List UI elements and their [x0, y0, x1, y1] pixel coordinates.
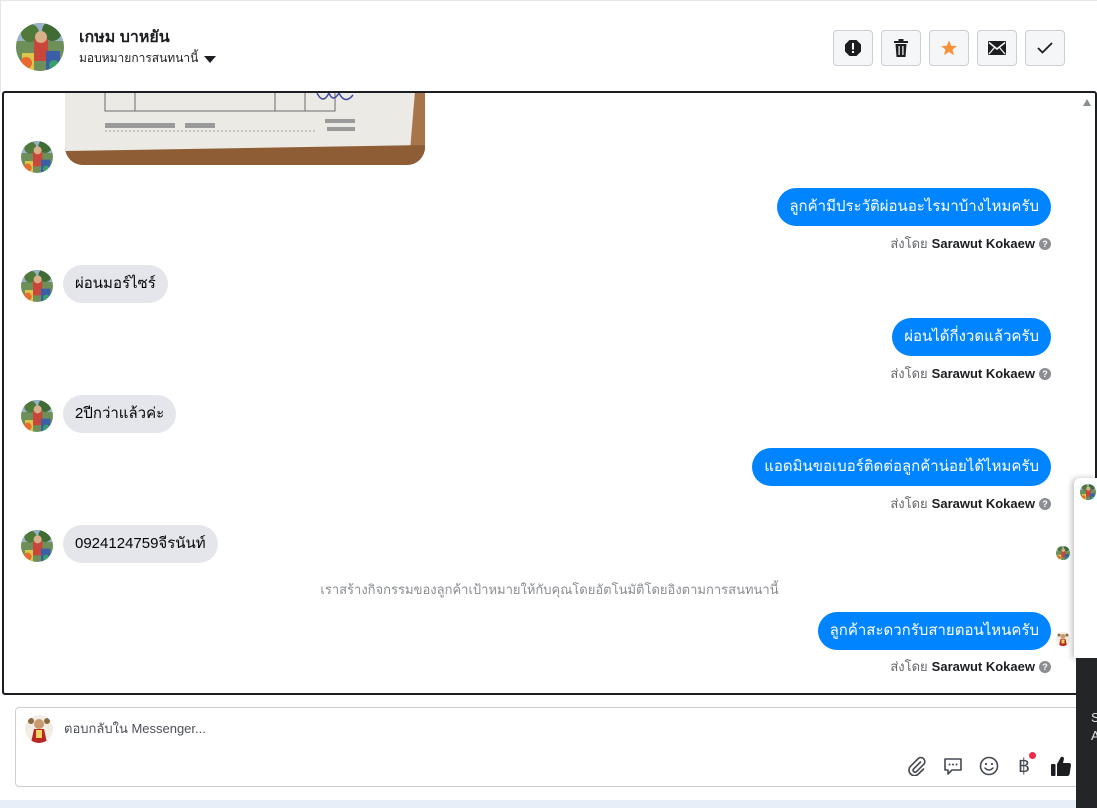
conversation-header: เกษม บาหยัน มอบหมายการสนทนานี้: [0, 0, 1097, 92]
messenger-inbox-page: เกษม บาหยัน มอบหมายการสนทนานี้ ลูกค้ามีป…: [0, 0, 1097, 808]
message-thread[interactable]: ลูกค้ามีประวัติผ่อนอะไรมาบ้างไหมครับ ส่ง…: [2, 91, 1097, 695]
help-icon[interactable]: ?: [1039, 660, 1051, 673]
incoming-message[interactable]: 2ปีกว่าแล้วค่ะ: [63, 395, 177, 433]
panel-text-2: A: [1091, 728, 1097, 743]
outgoing-message[interactable]: แอดมินขอเบอร์ติดต่อลูกค้าน่อยได้ไหมครับ: [752, 448, 1051, 486]
sent-by-prefix: ส่งโดย: [890, 366, 928, 381]
thumbs-up-icon: [1051, 756, 1072, 777]
bottom-bar: [0, 800, 1076, 808]
outgoing-message[interactable]: ลูกค้าสะดวกรับสายตอนไหนครับ: [817, 612, 1051, 650]
seen-indicator-avatar: [1056, 546, 1070, 560]
scroll-up-arrow[interactable]: [1083, 99, 1091, 106]
system-note: เราสร้างกิจกรรมของลูกค้าเป้าหมายให้กับคุ…: [320, 582, 779, 597]
help-icon[interactable]: ?: [1039, 497, 1051, 510]
reply-input[interactable]: [64, 721, 964, 736]
mark-spam-button[interactable]: [833, 30, 873, 66]
sent-by-label: ส่งโดย Sarawut Kokaew ?: [890, 233, 1051, 254]
dark-notification-panel[interactable]: S A: [1076, 658, 1097, 808]
star-button[interactable]: [929, 30, 969, 66]
contact-avatar-small: [21, 530, 53, 562]
sent-by-label: ส่งโดย Sarawut Kokaew ?: [890, 656, 1051, 677]
emoji-icon: [979, 756, 999, 776]
photo-attachment[interactable]: [65, 93, 425, 165]
seen-indicator-avatar: [1056, 632, 1070, 646]
envelope-icon: [988, 41, 1006, 55]
trash-icon: [894, 39, 908, 57]
saved-replies-button[interactable]: [941, 754, 965, 778]
receipt-photo: [65, 93, 425, 165]
spam-icon: [845, 40, 861, 56]
sender-name: Sarawut Kokaew: [931, 236, 1035, 251]
panel-avatar: [1080, 484, 1096, 500]
chat-bubble-icon: [944, 758, 962, 775]
sender-name: Sarawut Kokaew: [931, 366, 1035, 381]
payment-button[interactable]: ฿: [1012, 752, 1036, 778]
contact-avatar-small: [21, 141, 53, 173]
check-icon: [1037, 42, 1053, 54]
sent-by-prefix: ส่งโดย: [890, 496, 928, 511]
outgoing-message[interactable]: ผ่อนได้กี่งวดแล้วครับ: [892, 318, 1051, 356]
emoji-button[interactable]: [977, 754, 1001, 778]
sent-by-label: ส่งโดย Sarawut Kokaew ?: [890, 493, 1051, 514]
attachment-icon: [908, 756, 926, 776]
sent-by-prefix: ส่งโดย: [890, 236, 928, 251]
outgoing-message[interactable]: ลูกค้ามีประวัติผ่อนอะไรมาบ้างไหมครับ: [777, 188, 1051, 226]
chevron-down-icon: [204, 55, 217, 63]
floating-chat-panel[interactable]: [1074, 478, 1097, 658]
star-icon: [941, 40, 957, 56]
delete-button[interactable]: [881, 30, 921, 66]
panel-text-1: S: [1091, 710, 1097, 725]
notification-dot: [1029, 752, 1036, 759]
page-avatar: [25, 715, 53, 743]
contact-name[interactable]: เกษม บาหยัน: [79, 25, 170, 50]
sender-name: Sarawut Kokaew: [931, 496, 1035, 511]
sender-name: Sarawut Kokaew: [931, 659, 1035, 674]
baht-icon: ฿: [1017, 755, 1031, 777]
contact-avatar-small: [21, 400, 53, 432]
sent-by-prefix: ส่งโดย: [890, 659, 928, 674]
attach-file-button[interactable]: [905, 754, 929, 778]
assign-label: มอบหมายการสนทนานี้: [79, 51, 199, 65]
incoming-message[interactable]: ผ่อนมอร์ไซร์: [63, 265, 168, 303]
reply-composer: ฿: [15, 707, 1090, 787]
mark-unread-button[interactable]: [977, 30, 1017, 66]
help-icon[interactable]: ?: [1039, 367, 1051, 380]
sent-by-label: ส่งโดย Sarawut Kokaew ?: [890, 363, 1051, 384]
incoming-message[interactable]: 0924124759จีรนันท์: [63, 525, 218, 563]
like-button[interactable]: [1049, 754, 1073, 778]
help-icon[interactable]: ?: [1039, 237, 1051, 250]
assign-conversation-dropdown[interactable]: มอบหมายการสนทนานี้: [79, 49, 217, 68]
contact-avatar-small: [21, 270, 53, 302]
contact-avatar[interactable]: [16, 23, 64, 71]
mark-done-button[interactable]: [1025, 30, 1065, 66]
